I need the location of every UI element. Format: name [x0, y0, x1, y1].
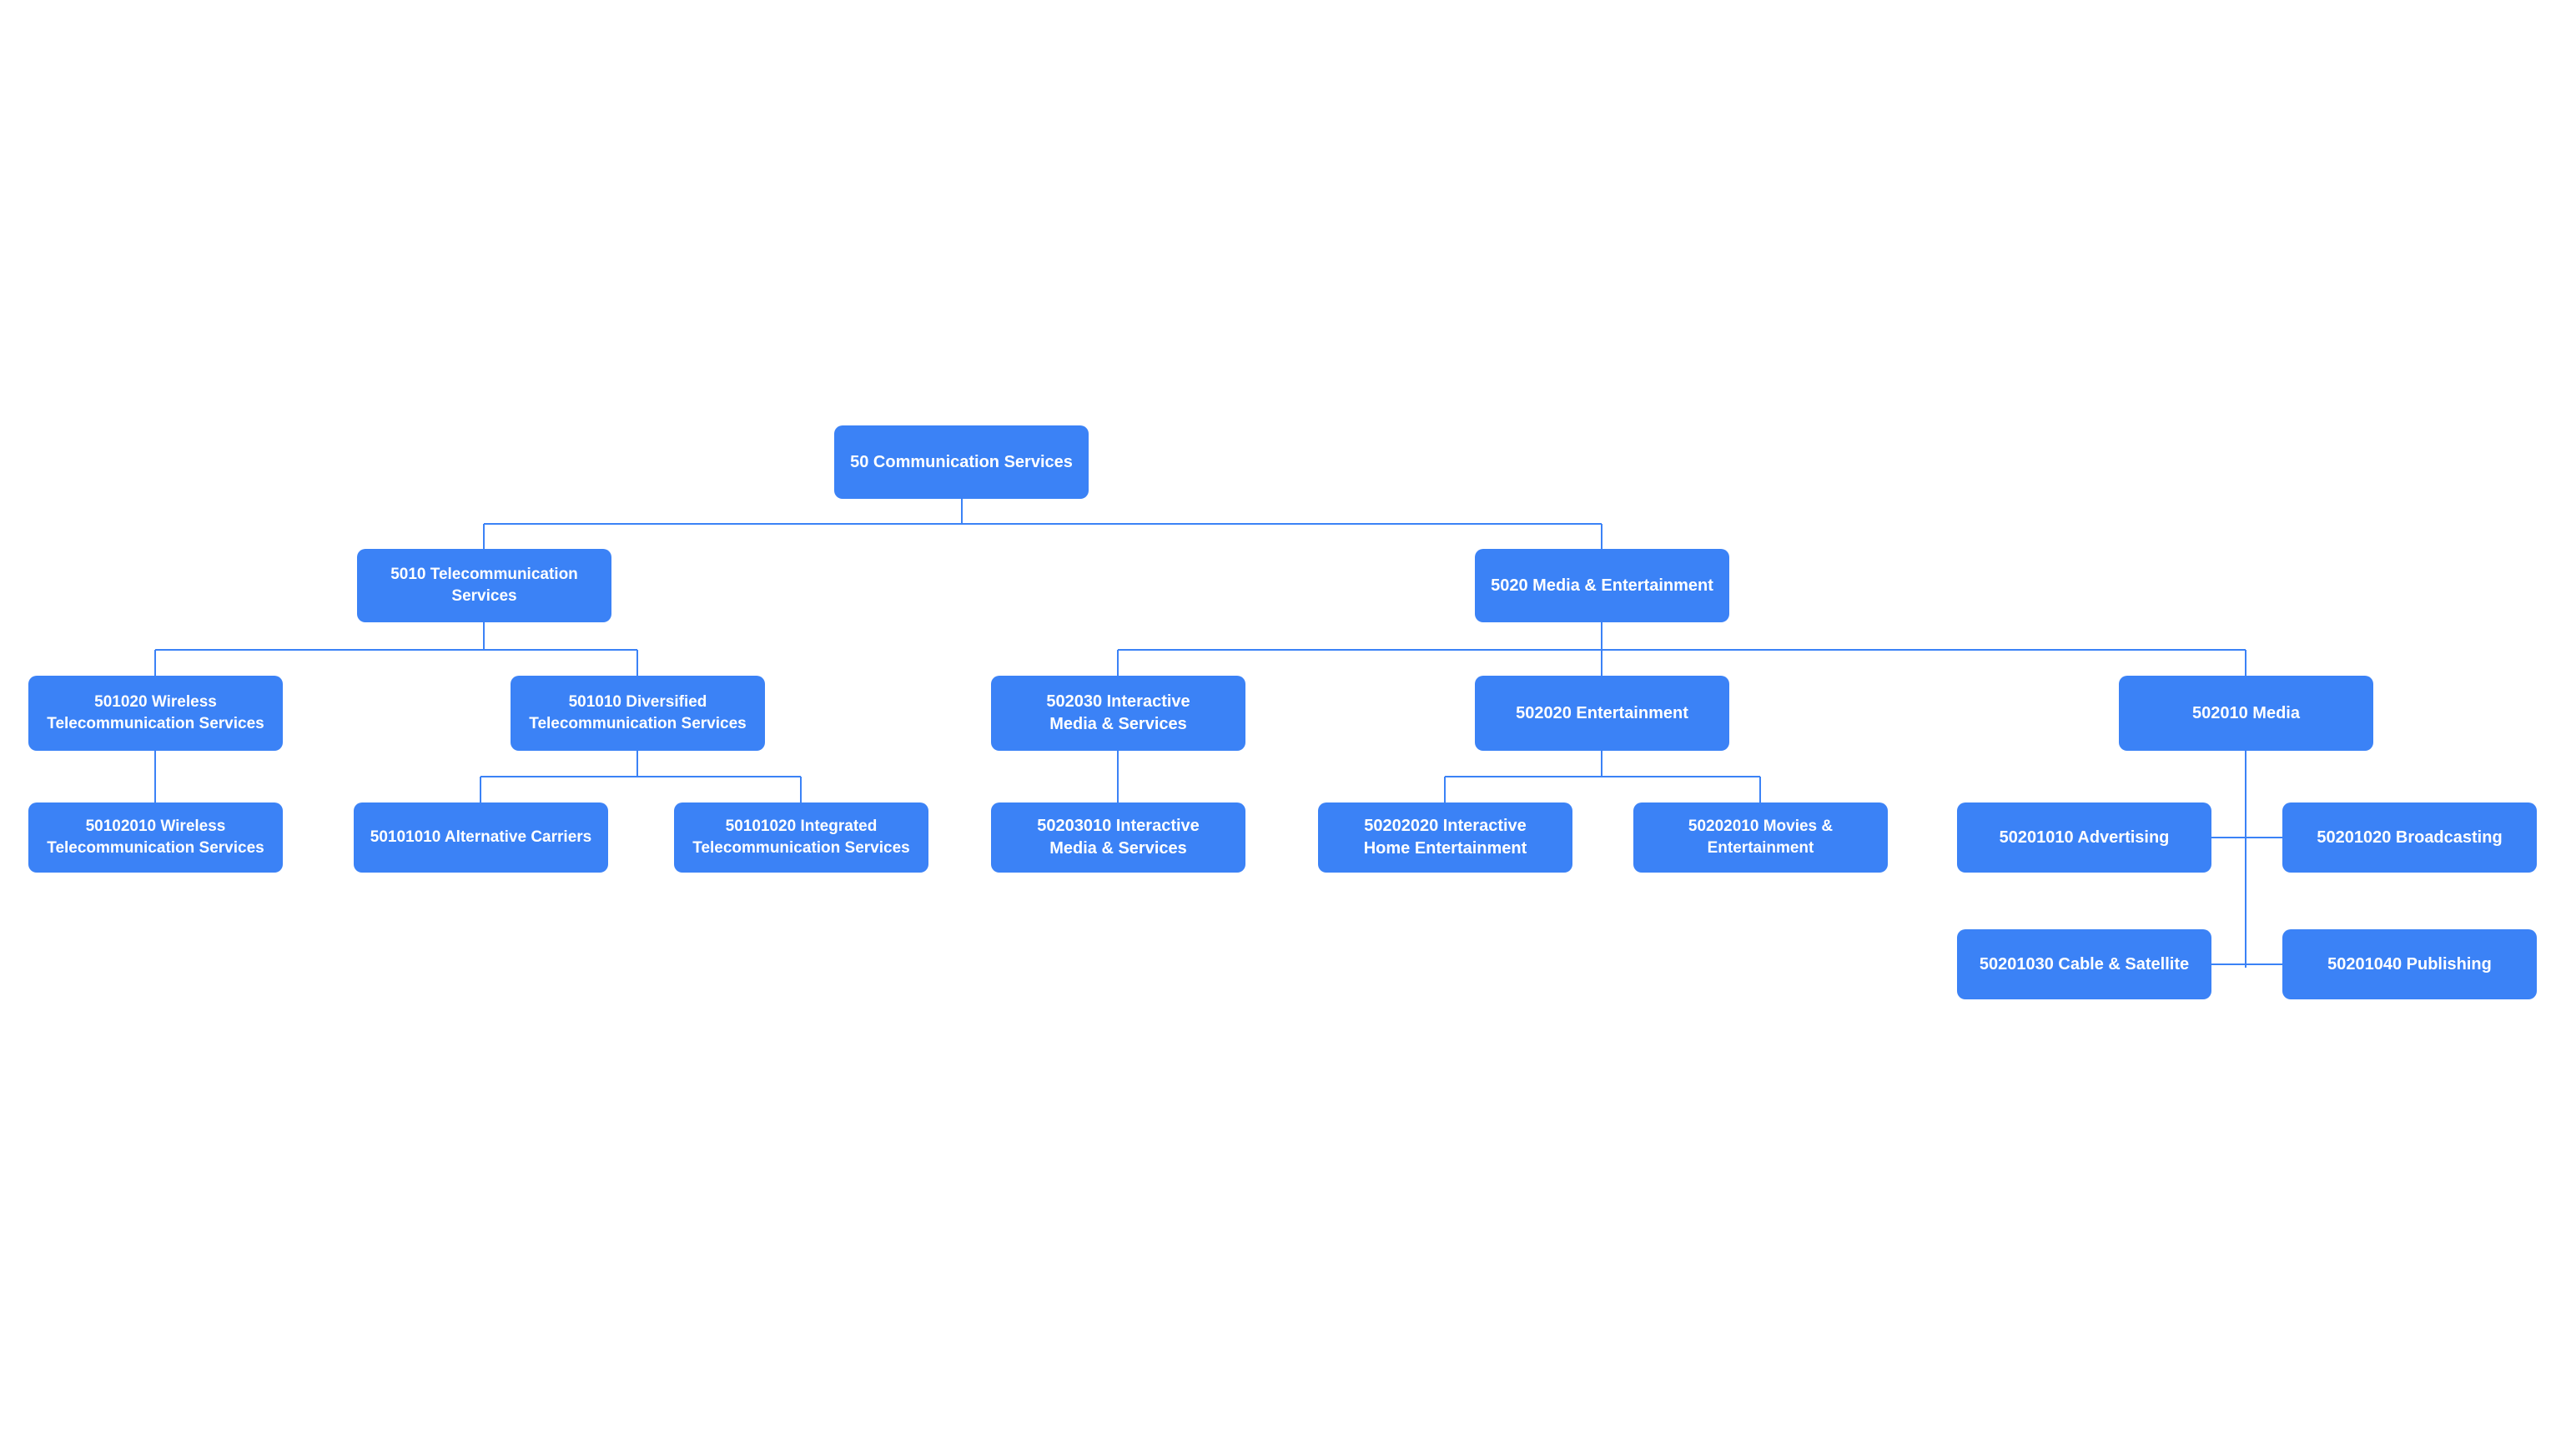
node-502020[interactable]: 502020 Entertainment — [1475, 676, 1729, 751]
node-502030[interactable]: 502030 Interactive Media & Services — [991, 676, 1245, 751]
node-50102010[interactable]: 50102010 Wireless Telecommunication Serv… — [28, 802, 283, 873]
node-50203010[interactable]: 50203010 Interactive Media & Services — [991, 802, 1245, 873]
node-50201030[interactable]: 50201030 Cable & Satellite — [1957, 929, 2211, 999]
node-5010[interactable]: 5010 Telecommunication Services — [357, 549, 611, 622]
node-50202010[interactable]: 50202010 Movies & Entertainment — [1633, 802, 1888, 873]
node-50201020[interactable]: 50201020 Broadcasting — [2282, 802, 2537, 873]
node-50101020[interactable]: 50101020 Integrated Telecommunication Se… — [674, 802, 928, 873]
node-50101010[interactable]: 50101010 Alternative Carriers — [354, 802, 608, 873]
node-501010[interactable]: 501010 Diversified Telecommunication Ser… — [511, 676, 765, 751]
node-root[interactable]: 50 Communication Services — [834, 425, 1089, 499]
node-50201040[interactable]: 50201040 Publishing — [2282, 929, 2537, 999]
node-50202020[interactable]: 50202020 Interactive Home Entertainment — [1318, 802, 1572, 873]
node-5020[interactable]: 5020 Media & Entertainment — [1475, 549, 1729, 622]
node-50201010[interactable]: 50201010 Advertising — [1957, 802, 2211, 873]
node-501020[interactable]: 501020 Wireless Telecommunication Servic… — [28, 676, 283, 751]
node-502010[interactable]: 502010 Media — [2119, 676, 2373, 751]
